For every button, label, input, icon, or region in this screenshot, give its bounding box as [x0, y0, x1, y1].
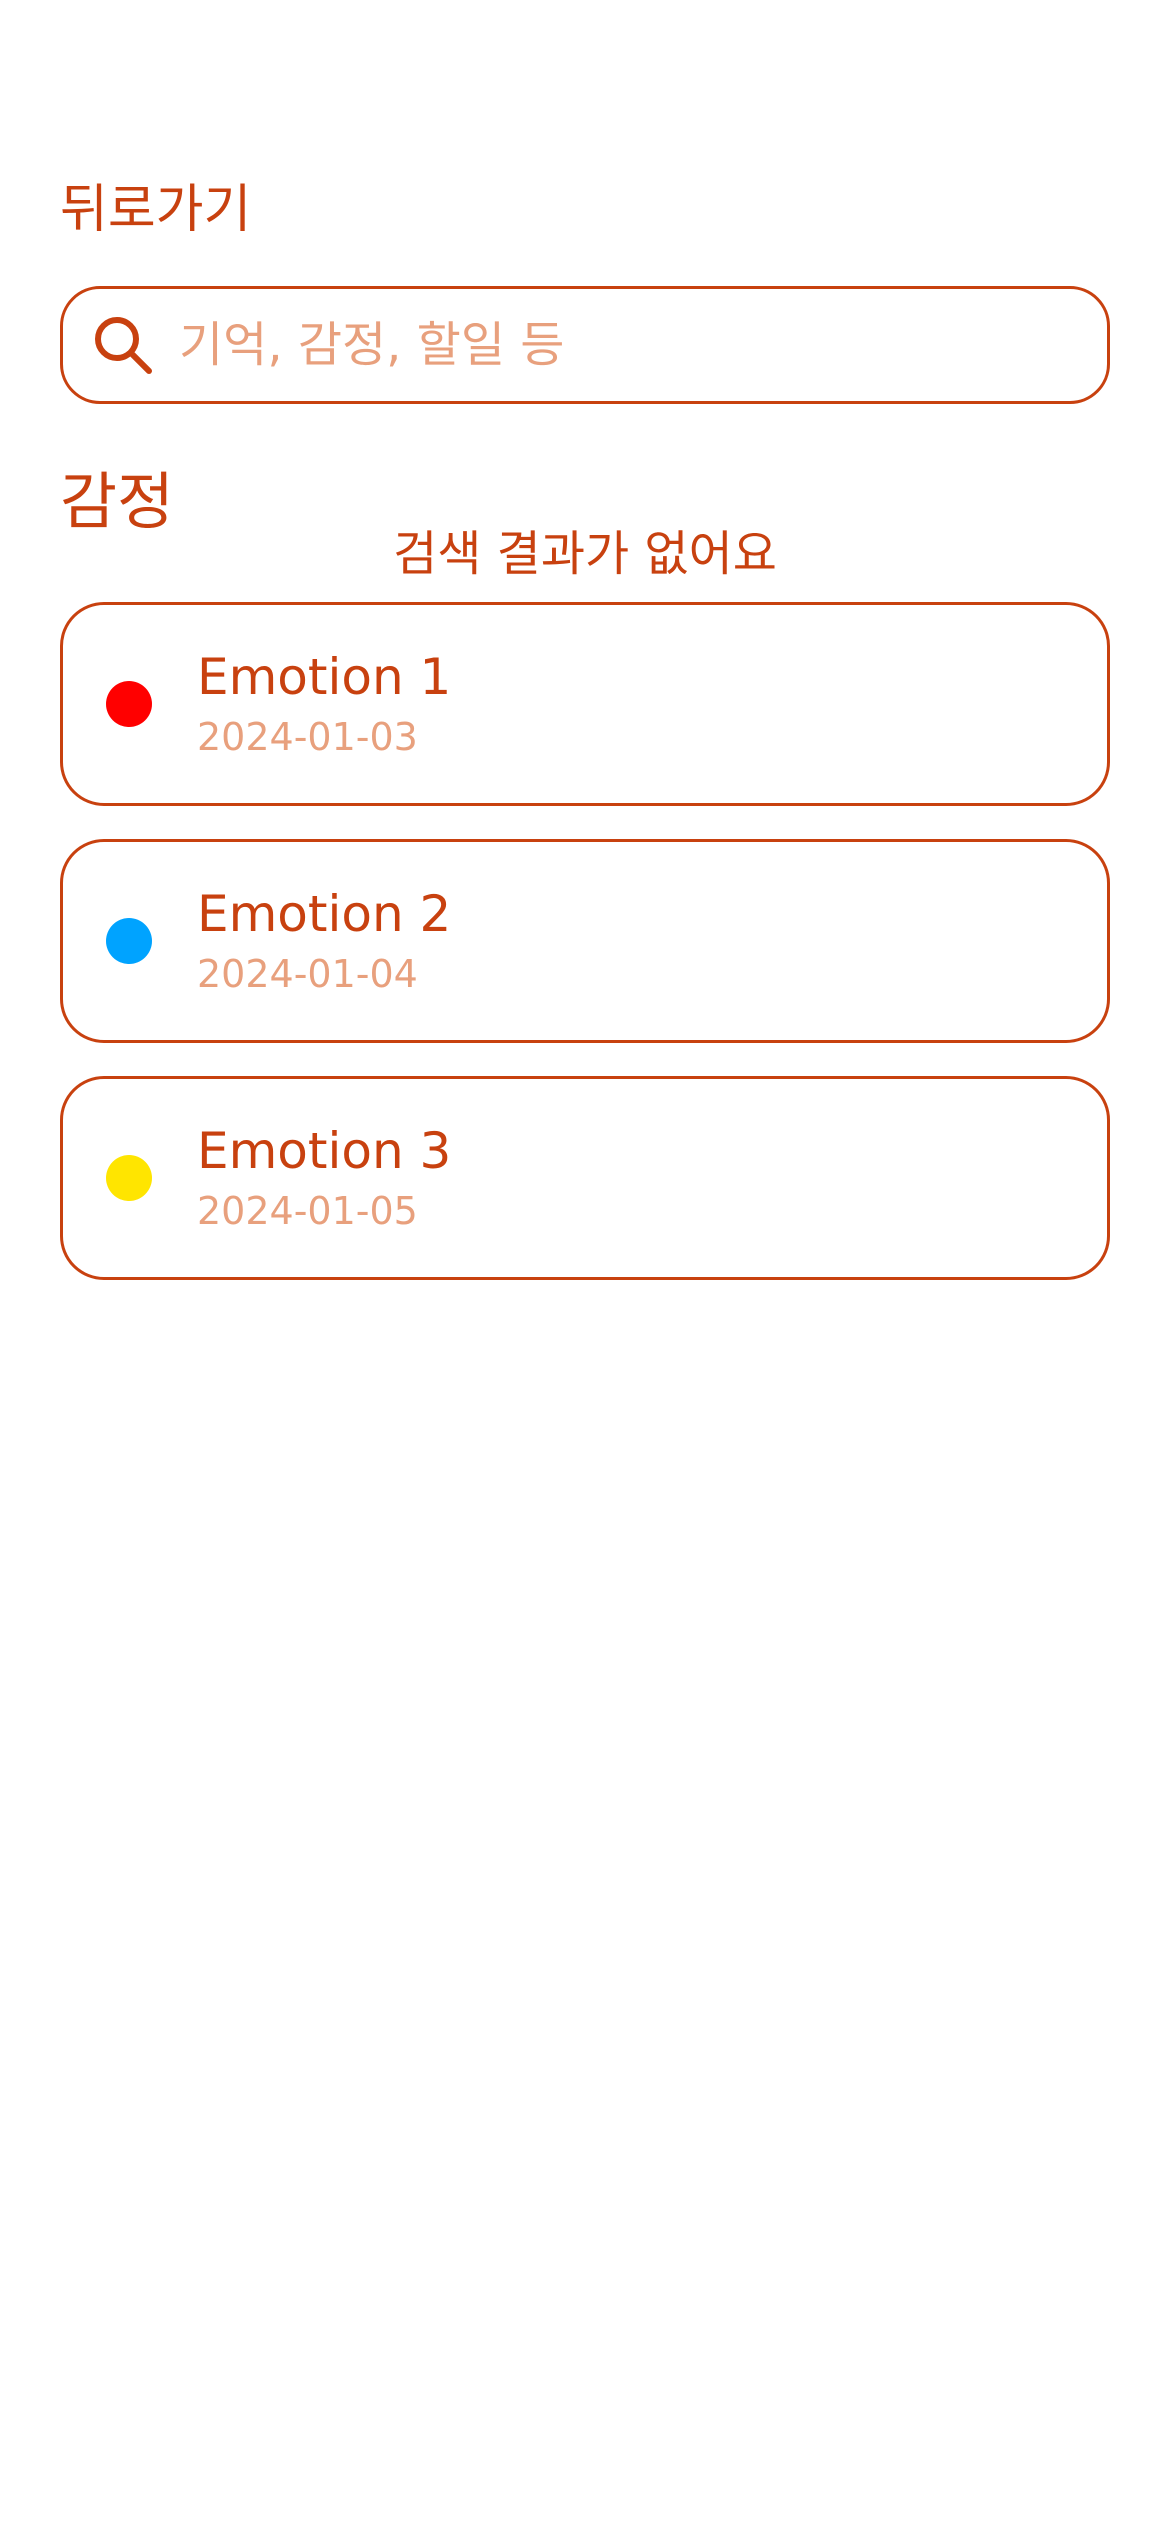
emotion-date: 2024-01-03 — [197, 715, 418, 759]
emotion-date: 2024-01-04 — [197, 952, 418, 996]
search-icon — [91, 313, 155, 377]
list-item[interactable]: Emotion 1 2024-01-03 — [60, 602, 1110, 806]
emotion-name: Emotion 2 — [197, 885, 452, 943]
emotion-list: Emotion 1 2024-01-03 Emotion 2 2024-01-0… — [60, 602, 1110, 1313]
search-bar[interactable] — [60, 286, 1110, 404]
emotion-name: Emotion 1 — [197, 648, 452, 706]
list-item[interactable]: Emotion 2 2024-01-04 — [60, 839, 1110, 1043]
emotion-color-dot — [106, 1155, 152, 1201]
back-button[interactable]: 뒤로가기 — [60, 175, 251, 245]
emotion-color-dot — [106, 918, 152, 964]
emotion-name: Emotion 3 — [197, 1122, 452, 1180]
empty-results-message: 검색 결과가 없어요 — [393, 526, 777, 582]
list-item[interactable]: Emotion 3 2024-01-05 — [60, 1076, 1110, 1280]
search-input[interactable] — [177, 304, 1081, 386]
emotion-date: 2024-01-05 — [197, 1189, 418, 1233]
emotion-color-dot — [106, 681, 152, 727]
